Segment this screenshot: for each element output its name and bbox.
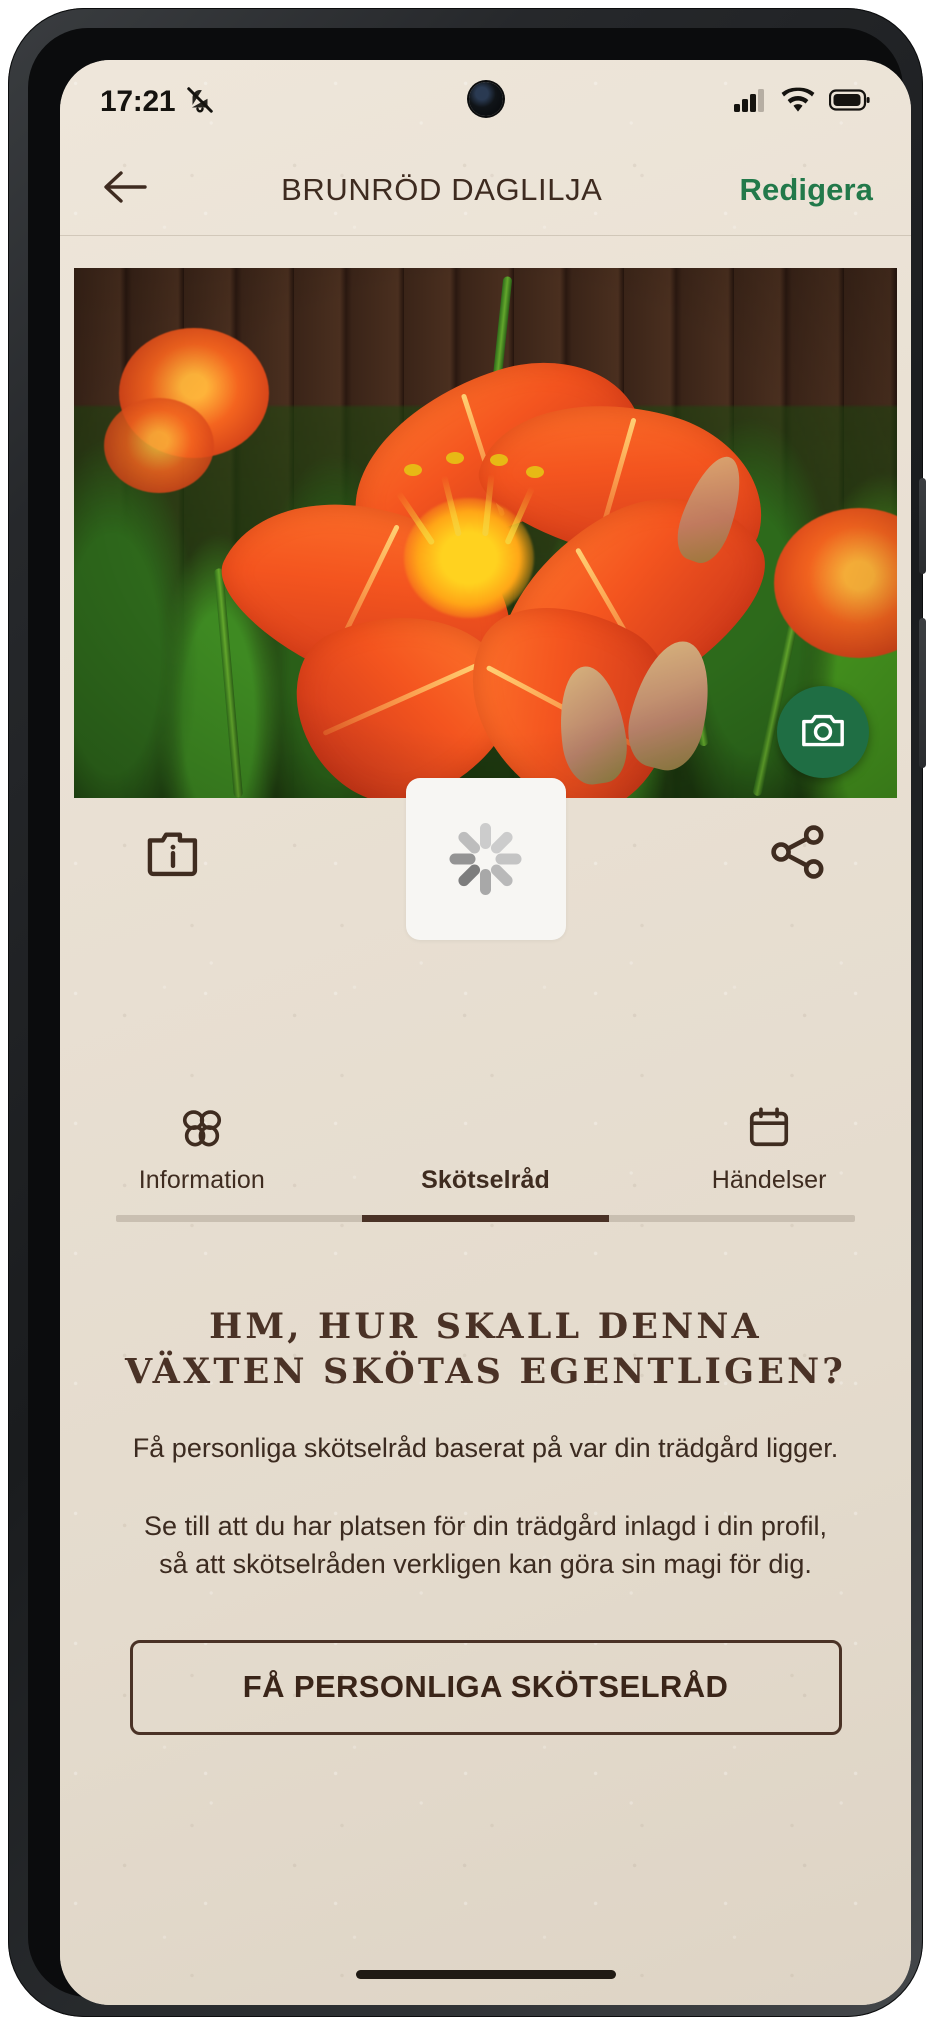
camera-icon bbox=[800, 710, 846, 755]
tab-handelser[interactable]: Händelser bbox=[627, 1100, 911, 1195]
tab-indicator-track bbox=[116, 1215, 855, 1222]
arrow-left-icon bbox=[102, 167, 148, 212]
phone-bezel: 17:21 BRUNRÖD DAGLILJA Redigera Informat… bbox=[28, 28, 911, 2005]
care-advice-loading-card bbox=[405, 778, 566, 940]
photo-action-row bbox=[60, 778, 911, 980]
tab-row: Information Skötselråd Händelser bbox=[60, 1100, 911, 1195]
add-photo-fab[interactable] bbox=[777, 686, 869, 778]
add-photo-button[interactable] bbox=[138, 822, 208, 886]
wifi-icon bbox=[781, 87, 815, 118]
tab-label: Skötselråd bbox=[421, 1166, 550, 1194]
volume-button[interactable] bbox=[919, 618, 926, 768]
phone-frame: 17:21 BRUNRÖD DAGLILJA Redigera Informat… bbox=[8, 8, 926, 2017]
tab-indicator-segment bbox=[116, 1215, 362, 1222]
care-advice-panel: HM, HUR SKALL DENNA VÄXTEN SKÖTAS EGENTL… bbox=[60, 1275, 911, 1735]
loading-spinner-icon bbox=[444, 817, 528, 901]
tab-label: Händelser bbox=[711, 1166, 827, 1194]
calendar-icon bbox=[745, 1100, 793, 1150]
tab-indicator-active bbox=[362, 1215, 609, 1222]
share-icon bbox=[769, 824, 827, 884]
tab-information[interactable]: Information bbox=[60, 1100, 344, 1195]
tab-label: Information bbox=[138, 1166, 265, 1194]
front-camera-hole bbox=[468, 82, 503, 116]
status-bar-left: 17:21 bbox=[100, 85, 215, 120]
tab-skotselrad[interactable]: Skötselråd bbox=[344, 1100, 628, 1195]
promo-paragraph-1: Få personliga skötselråd baserat på var … bbox=[132, 1432, 839, 1463]
leaf-icon bbox=[461, 1100, 511, 1150]
battery-icon bbox=[828, 87, 871, 118]
nav-header: BRUNRÖD DAGLILJA Redigera bbox=[60, 144, 911, 236]
power-button[interactable] bbox=[919, 478, 926, 574]
promo-paragraph-2: Se till att du har platsen för din trädg… bbox=[144, 1510, 827, 1580]
page-title: BRUNRÖD DAGLILJA bbox=[281, 171, 603, 207]
promo-heading: HM, HUR SKALL DENNA VÄXTEN SKÖTAS EGENTL… bbox=[125, 1306, 846, 1392]
tab-bar: Information Skötselråd Händelser bbox=[60, 1100, 911, 1222]
status-clock: 17:21 bbox=[100, 85, 176, 118]
phone-screen: 17:21 BRUNRÖD DAGLILJA Redigera Informat… bbox=[60, 60, 911, 2005]
flower-icon bbox=[177, 1100, 227, 1150]
status-bar-right bbox=[733, 87, 871, 118]
plant-photo[interactable] bbox=[74, 268, 897, 798]
home-indicator[interactable] bbox=[355, 1970, 616, 1979]
edit-button[interactable]: Redigera bbox=[740, 172, 875, 208]
cellular-signal-icon bbox=[733, 87, 767, 118]
photo-vignette bbox=[74, 268, 897, 798]
tab-indicator-segment bbox=[609, 1215, 855, 1222]
share-button[interactable] bbox=[763, 822, 833, 886]
camera-info-icon bbox=[143, 825, 203, 884]
app-root: 17:21 BRUNRÖD DAGLILJA Redigera Informat… bbox=[60, 60, 911, 2005]
get-personal-care-advice-button[interactable]: FÅ PERSONLIGA SKÖTSELRÅD bbox=[129, 1639, 842, 1735]
bell-slash-icon bbox=[185, 85, 215, 120]
